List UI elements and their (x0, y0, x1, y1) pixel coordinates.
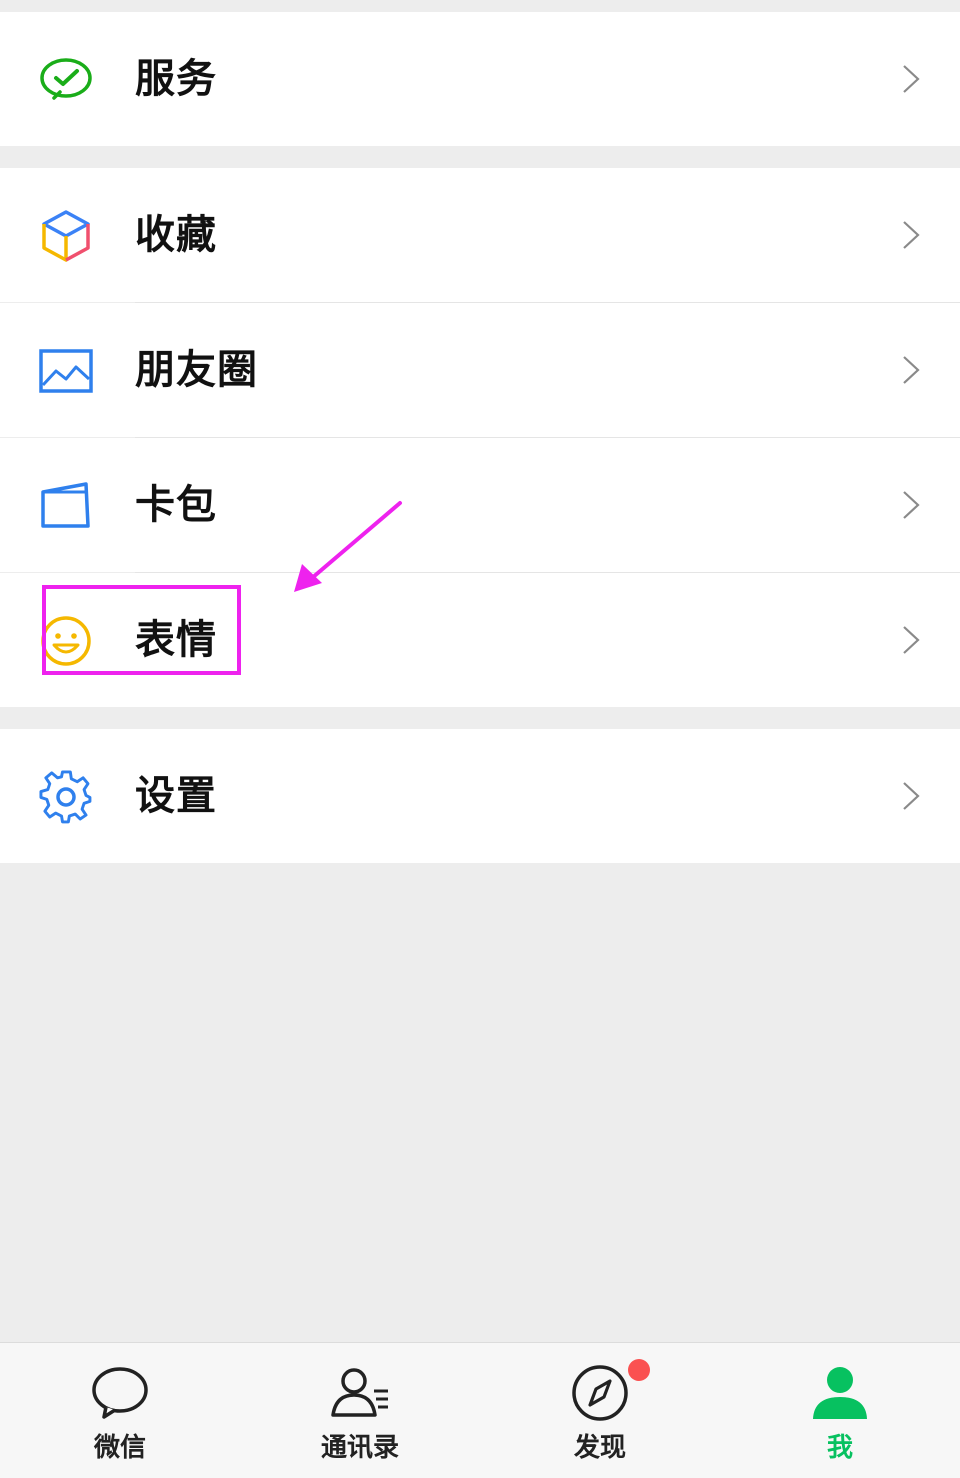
chevron-right-icon (903, 782, 920, 810)
card-icon (41, 482, 90, 528)
tab-contacts[interactable]: 通讯录 (240, 1343, 480, 1478)
menu-item-label: 设置 (135, 773, 217, 819)
bottom-tab-bar: 微信 通讯录 发现 我 (0, 1342, 960, 1478)
tab-label: 通讯录 (320, 1433, 399, 1463)
tab-chats[interactable]: 微信 (0, 1343, 240, 1478)
chevron-right-icon (903, 356, 920, 384)
highlight-box (42, 585, 241, 675)
tab-me[interactable]: 我 (720, 1343, 960, 1478)
menu-item-label: 卡包 (135, 482, 217, 528)
menu-item-label: 收藏 (135, 212, 217, 258)
menu-item-label: 朋友圈 (135, 347, 258, 393)
cube-icon (42, 210, 90, 262)
gear-icon (39, 770, 92, 824)
tab-label: 微信 (93, 1433, 146, 1463)
compass-icon (572, 1365, 628, 1421)
menu-item-cards[interactable]: 卡包 (0, 438, 960, 572)
chat-bubble-icon (92, 1367, 148, 1419)
menu-item-moments[interactable]: 朋友圈 (0, 303, 960, 437)
chevron-right-icon (903, 491, 920, 519)
tab-label: 我 (826, 1433, 853, 1463)
menu-item-favorites[interactable]: 收藏 (0, 168, 960, 302)
contacts-icon (331, 1368, 388, 1417)
wechat-pay-icon (40, 58, 92, 100)
photo-icon (39, 349, 93, 393)
chevron-right-icon (903, 221, 920, 249)
menu-item-label: 服务 (135, 56, 217, 102)
notification-badge (628, 1359, 650, 1381)
menu-item-services[interactable]: 服务 (0, 12, 960, 146)
person-icon (813, 1367, 867, 1419)
tab-discover[interactable]: 发现 (480, 1343, 720, 1478)
menu-item-settings[interactable]: 设置 (0, 729, 960, 863)
chevron-right-icon (903, 626, 920, 654)
tab-label: 发现 (573, 1433, 626, 1463)
chevron-right-icon (903, 65, 920, 93)
